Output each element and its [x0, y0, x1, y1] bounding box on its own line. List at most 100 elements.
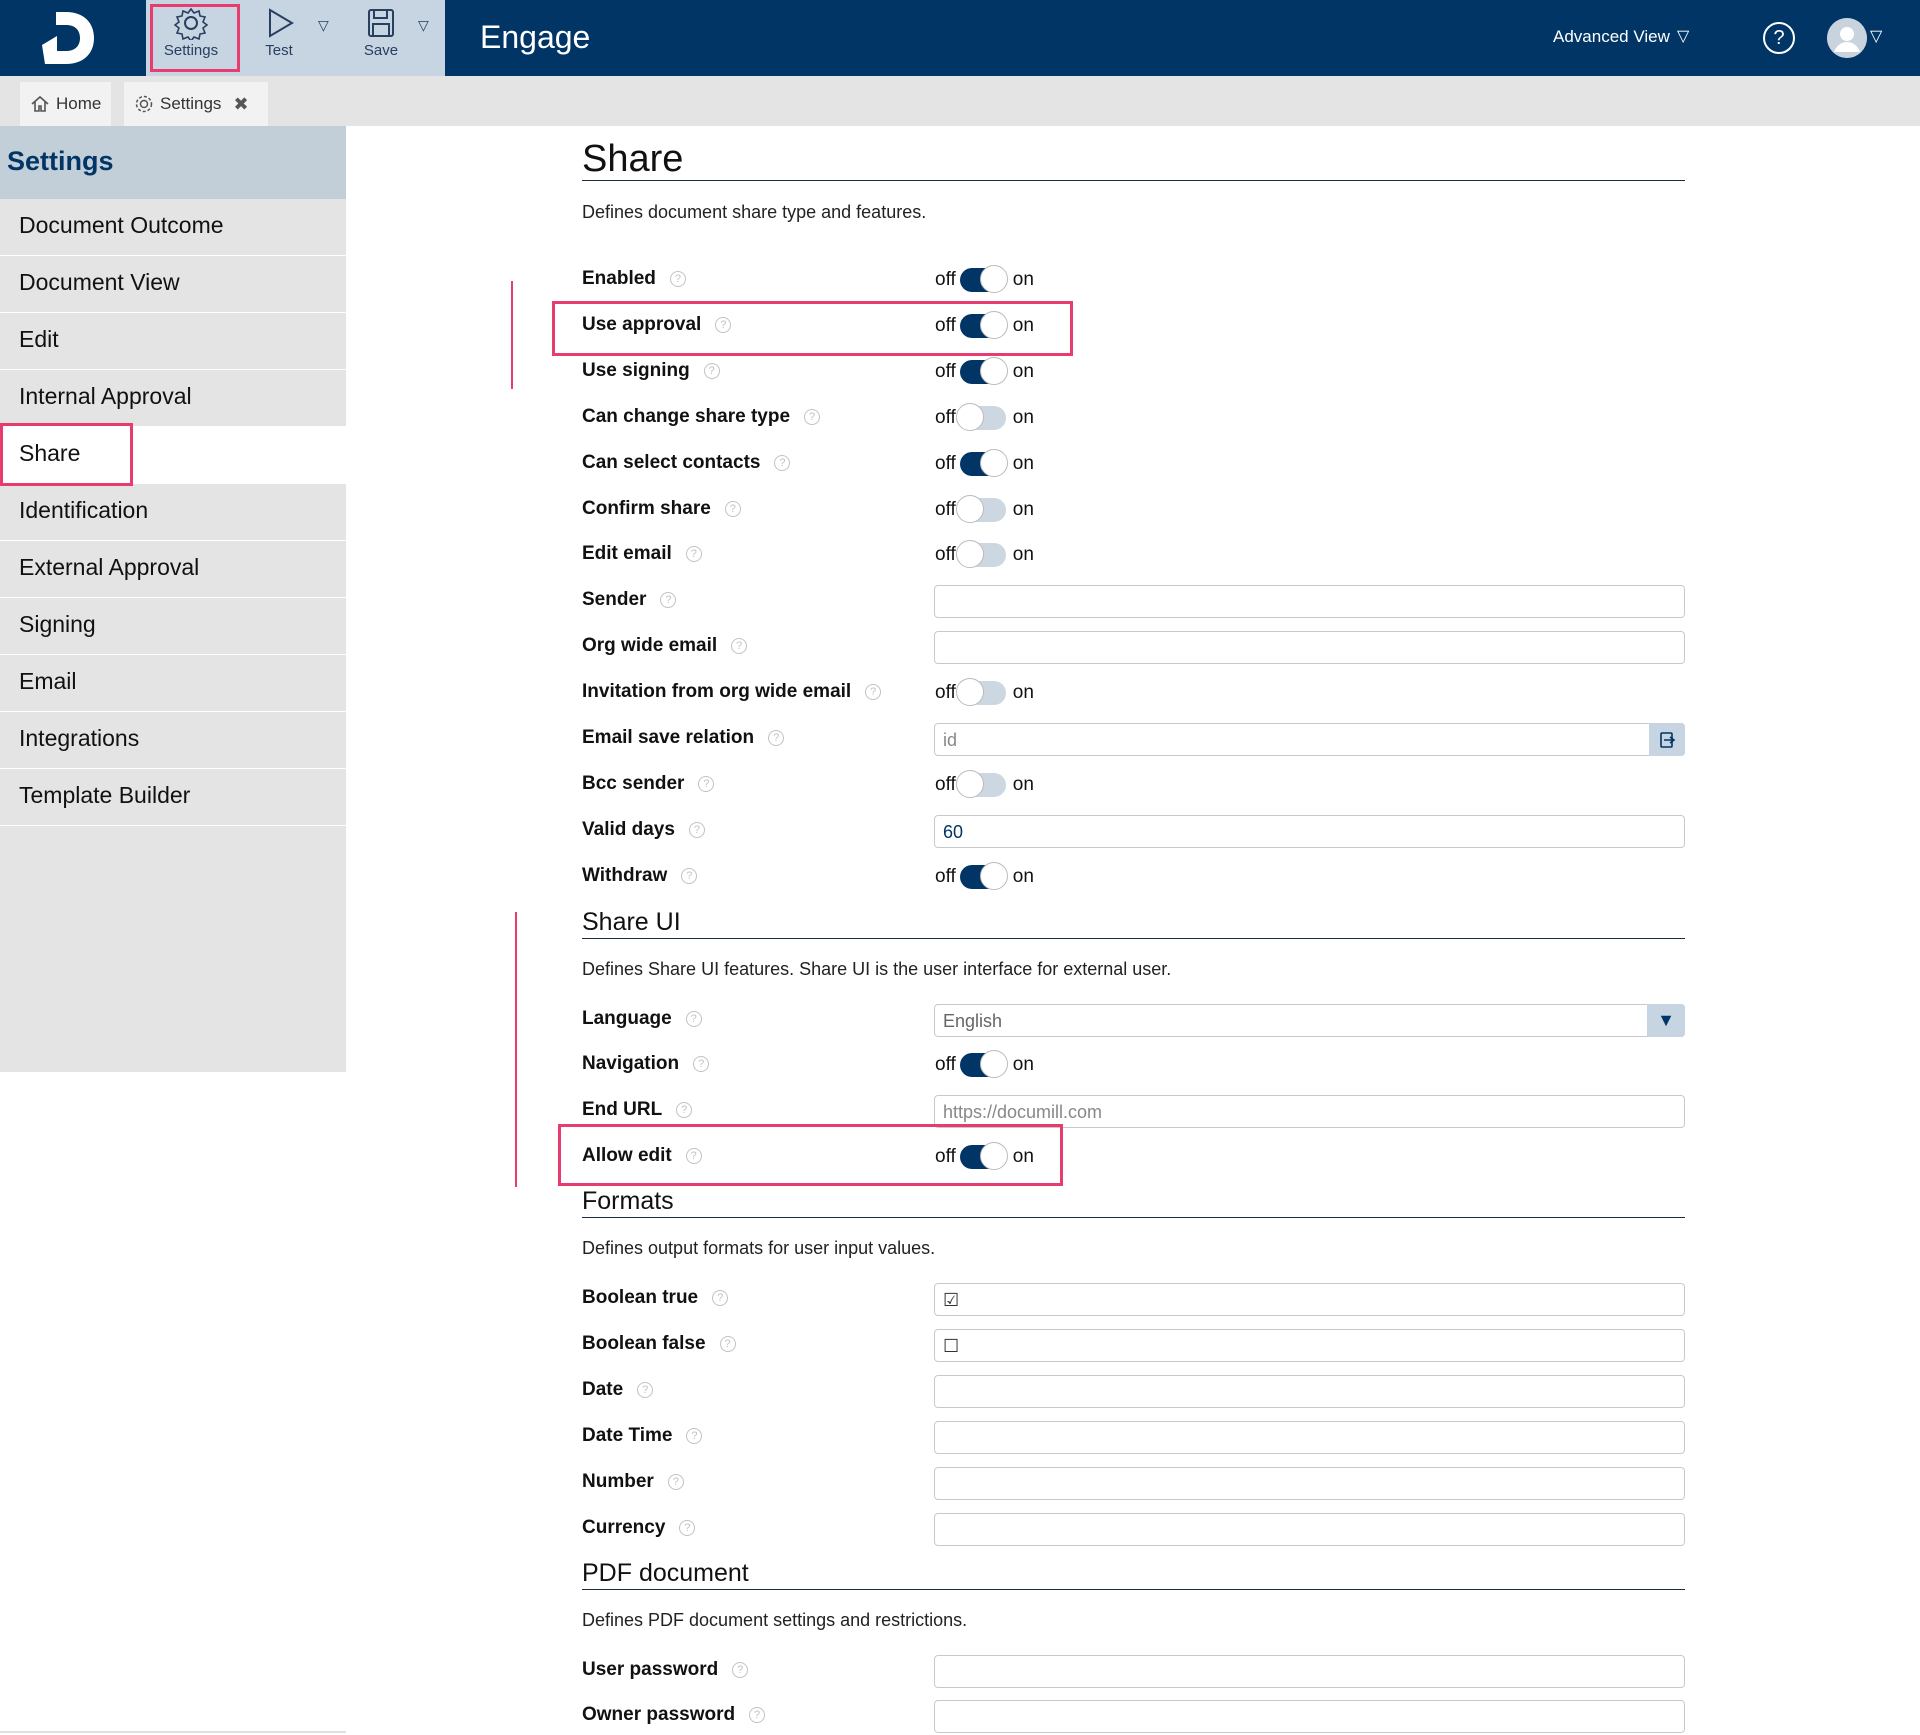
sidebar-item-template-builder[interactable]: Template Builder — [0, 769, 346, 826]
help-icon[interactable]: ? — [749, 1707, 766, 1723]
test-button[interactable]: Test — [249, 0, 309, 76]
toggle-switch[interactable] — [959, 357, 1008, 385]
save-button[interactable]: Save — [346, 0, 416, 76]
help-icon[interactable]: ? — [688, 822, 705, 838]
toggle-switch[interactable] — [959, 1142, 1008, 1170]
help-icon[interactable]: ? — [685, 1011, 702, 1027]
tab-home[interactable]: Home — [20, 82, 112, 126]
gear-icon — [174, 7, 208, 40]
relation-picker-button[interactable] — [1649, 723, 1685, 756]
sidebar-item-integrations[interactable]: Integrations — [0, 712, 346, 769]
help-icon[interactable]: ? — [667, 1474, 684, 1490]
use-signing-toggle[interactable]: off on — [935, 357, 1034, 385]
help-icon[interactable]: ? — [712, 1290, 729, 1306]
sidebar-item-edit[interactable]: Edit — [0, 313, 346, 370]
advanced-view-dropdown-icon[interactable]: ▽ — [1677, 26, 1689, 46]
number-input[interactable] — [934, 1467, 1685, 1500]
toggle-switch[interactable] — [959, 1050, 1008, 1078]
can-change-share-type-toggle[interactable]: off on — [935, 403, 1034, 431]
help-icon[interactable]: ? — [693, 1056, 710, 1072]
help-icon[interactable]: ? — [731, 638, 748, 654]
close-icon[interactable]: ✖ — [233, 94, 248, 115]
help-icon[interactable]: ? — [685, 546, 702, 562]
help-icon[interactable]: ? — [637, 1382, 654, 1398]
user-password-input[interactable] — [934, 1655, 1685, 1688]
navigation-toggle[interactable]: off on — [935, 1050, 1034, 1078]
sidebar-item-signing[interactable]: Signing — [0, 598, 346, 655]
language-select-value: English — [943, 1011, 1003, 1031]
boolean-true-input[interactable]: ☑ — [934, 1283, 1685, 1316]
advanced-view-button[interactable]: Advanced View — [1553, 27, 1670, 47]
date-time-input[interactable] — [934, 1421, 1685, 1454]
help-icon[interactable]: ? — [774, 455, 791, 471]
settings-button-label: Settings — [163, 42, 219, 59]
email-save-relation-input[interactable]: id — [934, 723, 1685, 756]
currency-label: Currency — [582, 1517, 666, 1538]
sender-input[interactable] — [934, 585, 1685, 618]
tab-settings[interactable]: Settings ✖ — [124, 82, 268, 126]
help-icon[interactable]: ? — [681, 868, 698, 884]
owner-password-input[interactable] — [934, 1700, 1685, 1733]
help-icon[interactable]: ? — [1763, 22, 1795, 54]
sidebar-item-internal-approval[interactable]: Internal Approval — [0, 370, 346, 427]
toggle-switch[interactable] — [955, 403, 1006, 431]
user-avatar-icon[interactable] — [1827, 18, 1867, 58]
help-icon[interactable]: ? — [865, 684, 882, 700]
toggle-switch[interactable] — [959, 862, 1008, 890]
chevron-down-icon[interactable]: ▼ — [1647, 1004, 1685, 1037]
bcc-sender-toggle[interactable]: off on — [935, 770, 1034, 798]
org-wide-email-input[interactable] — [934, 631, 1685, 664]
help-icon[interactable]: ? — [715, 317, 732, 333]
use-approval-toggle[interactable]: off on — [935, 311, 1034, 339]
help-icon[interactable]: ? — [768, 730, 785, 746]
sidebar-item-document-outcome[interactable]: Document Outcome — [0, 199, 346, 256]
toggle-switch[interactable] — [955, 770, 1006, 798]
help-icon[interactable]: ? — [686, 1428, 703, 1444]
sidebar-item-email[interactable]: Email — [0, 655, 346, 712]
help-icon[interactable]: ? — [719, 1336, 736, 1352]
help-icon[interactable]: ? — [685, 1148, 702, 1164]
help-icon[interactable]: ? — [703, 363, 720, 379]
toggle-switch[interactable] — [955, 495, 1006, 523]
toggle-switch[interactable] — [959, 265, 1008, 293]
save-dropdown-icon[interactable]: ▽ — [418, 17, 429, 34]
toggle-switch[interactable] — [955, 540, 1006, 568]
currency-input[interactable] — [934, 1513, 1685, 1546]
withdraw-toggle[interactable]: off on — [935, 862, 1034, 890]
toggle-switch[interactable] — [959, 449, 1008, 477]
invitation-from-org-wide-email-row: Invitation from org wide email? off on — [582, 673, 1685, 713]
help-icon[interactable]: ? — [679, 1520, 696, 1536]
documill-logo[interactable] — [18, 8, 100, 68]
toggle-switch[interactable] — [955, 678, 1006, 706]
language-row: Language? English ▼ — [582, 1000, 1685, 1040]
help-icon[interactable]: ? — [804, 409, 821, 425]
sidebar-item-share[interactable]: Share — [0, 427, 346, 484]
test-dropdown-icon[interactable]: ▽ — [318, 17, 329, 34]
can-select-contacts-toggle[interactable]: off on — [935, 449, 1034, 477]
invitation-from-org-wide-email-toggle[interactable]: off on — [935, 678, 1034, 706]
language-select[interactable]: English ▼ — [934, 1004, 1685, 1037]
end-url-input[interactable]: https://documill.com — [934, 1095, 1685, 1128]
boolean-false-input[interactable]: ☐ — [934, 1329, 1685, 1362]
sidebar-item-external-approval[interactable]: External Approval — [0, 541, 346, 598]
settings-button[interactable]: Settings — [151, 0, 231, 76]
owner-password-row: Owner password? — [582, 1696, 1685, 1735]
email-save-relation-label: Email save relation — [582, 727, 755, 748]
edit-email-toggle[interactable]: off on — [935, 540, 1034, 568]
toggle-switch[interactable] — [959, 311, 1008, 339]
help-icon[interactable]: ? — [676, 1102, 693, 1118]
help-icon[interactable]: ? — [660, 592, 677, 608]
help-icon[interactable]: ? — [669, 271, 686, 287]
user-menu-dropdown-icon[interactable]: ▽ — [1870, 26, 1882, 46]
valid-days-input[interactable]: 60 — [934, 815, 1685, 848]
sidebar-item-identification[interactable]: Identification — [0, 484, 346, 541]
help-icon[interactable]: ? — [724, 501, 741, 517]
sidebar-item-document-view[interactable]: Document View — [0, 256, 346, 313]
confirm-share-toggle[interactable]: off on — [935, 495, 1034, 523]
help-icon[interactable]: ? — [698, 776, 715, 792]
date-input[interactable] — [934, 1375, 1685, 1408]
help-icon[interactable]: ? — [732, 1662, 749, 1678]
allow-edit-toggle[interactable]: off on — [935, 1142, 1034, 1170]
enabled-toggle[interactable]: off on — [935, 265, 1034, 293]
withdraw-label: Withdraw — [582, 865, 668, 886]
